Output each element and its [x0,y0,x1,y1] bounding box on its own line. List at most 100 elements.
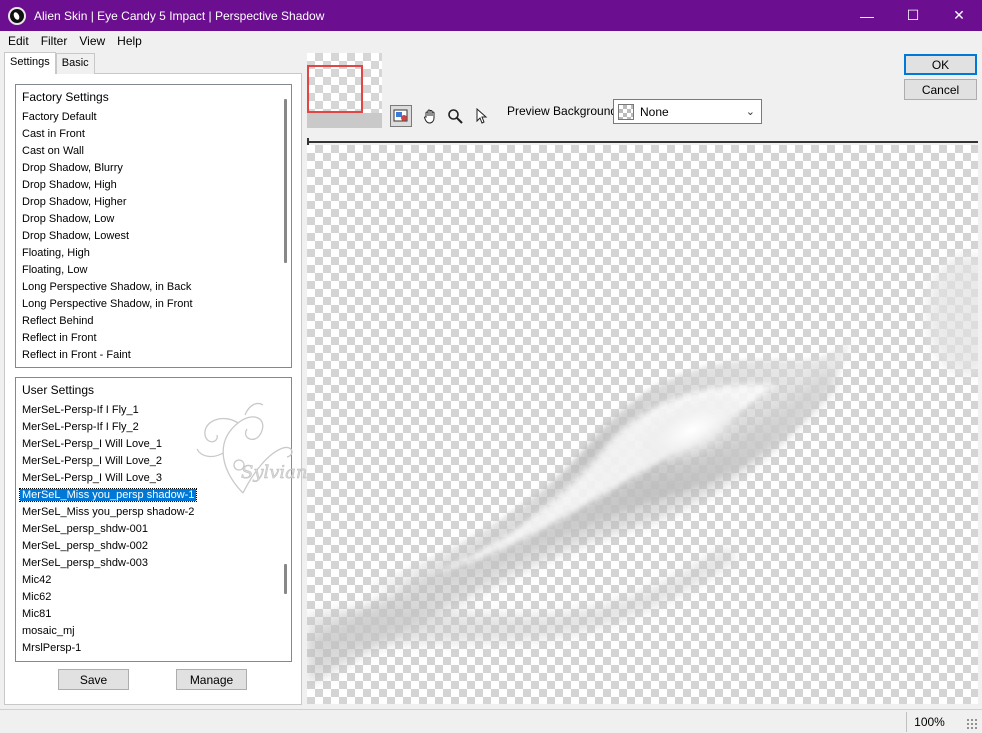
navigator-icon[interactable] [390,105,412,127]
list-item-label: MerSeL_persp_shdw-002 [22,540,148,552]
cancel-button[interactable]: Cancel [904,79,977,100]
manage-button[interactable]: Manage [176,669,247,690]
chevron-down-icon: ⌄ [745,106,755,118]
close-button[interactable]: ✕ [936,0,982,31]
list-item[interactable]: MerSeL-Persp-If I Fly_2 [16,419,291,436]
window-controls: — ☐ ✕ [844,0,982,31]
list-item[interactable]: Reflect Behind [16,313,291,330]
window-title: Alien Skin | Eye Candy 5 Impact | Perspe… [34,8,325,23]
list-item[interactable]: mosaic_mj [16,623,291,640]
user-settings-header: User Settings [22,383,95,397]
list-item-label: MerSeL-Persp_I Will Love_3 [22,472,163,484]
list-item-label: MerSeL-Persp_I Will Love_2 [22,455,163,467]
alien-skin-logo-icon[interactable] [8,6,26,25]
user-settings-items: MerSeL-Persp-If I Fly_1 MerSeL-Persp-If I… [16,402,291,657]
list-item[interactable]: MerSeL_Miss you_persp shadow-1 [16,487,291,504]
zoom-level: 100% [906,712,952,732]
menu-help[interactable]: Help [111,34,148,48]
list-item[interactable]: Drop Shadow, Lowest [16,228,291,245]
list-item[interactable]: MrslPersp-1 [16,640,291,657]
user-scrollbar[interactable] [284,564,287,594]
list-item[interactable]: Cast on Wall [16,143,291,160]
list-item-label: MerSeL_persp_shdw-003 [22,557,148,569]
list-item[interactable]: Drop Shadow, Low [16,211,291,228]
user-settings-list[interactable]: User Settings MerSeL-Persp-If I Fly_1 Mer… [15,377,292,662]
list-item[interactable]: Mic42 [16,572,291,589]
list-item-label: Mic62 [22,591,52,603]
list-item-label: MerSeL_persp_shdw-001 [22,523,148,535]
list-item-label: Drop Shadow, Lowest [22,230,130,242]
factory-settings-items: Factory Default Cast in Front Cast on Wall… [16,109,291,364]
list-item-label: Drop Shadow, Higher [22,196,127,208]
list-item[interactable]: Mic81 [16,606,291,623]
list-item[interactable]: Reflect in Front - Faint [16,347,291,364]
status-bar: 100% [0,709,982,733]
list-item[interactable]: Floating, Low [16,262,291,279]
hand-icon[interactable] [419,105,441,127]
factory-scrollbar[interactable] [284,99,287,263]
factory-settings-list[interactable]: Factory Settings Factory Default Cast in … [15,84,292,368]
menu-bar: Edit Filter View Help [0,31,982,51]
pointer-icon[interactable] [470,105,492,127]
maximize-button[interactable]: ☐ [890,0,936,31]
list-item[interactable]: Floating, High [16,245,291,262]
list-item[interactable]: MerSeL_persp_shdw-001 [16,521,291,538]
list-item[interactable]: MerSeL-Persp_I Will Love_2 [16,453,291,470]
menu-view[interactable]: View [73,34,111,48]
list-item[interactable]: MerSeL_persp_shdw-002 [16,538,291,555]
menu-filter[interactable]: Filter [35,34,74,48]
list-item-label: Cast on Wall [22,145,84,157]
preview-canvas[interactable] [307,145,978,704]
list-item[interactable]: Reflect in Front [16,330,291,347]
thumbnail-base [307,113,382,128]
list-item[interactable]: Cast in Front [16,126,291,143]
resize-grip-icon[interactable] [966,718,978,730]
checker-swatch-icon [618,103,634,120]
list-item[interactable]: Drop Shadow, Blurry [16,160,291,177]
list-item-label: Floating, Low [22,264,88,276]
list-item-label: MerSeL_Miss you_persp shadow-1 [18,488,198,502]
zoom-icon[interactable] [444,105,466,127]
list-item[interactable]: MerSeL-Persp_I Will Love_3 [16,470,291,487]
list-item[interactable]: MerSeL_persp_shdw-003 [16,555,291,572]
thumbnail-view-rectangle[interactable] [307,65,363,113]
list-item[interactable]: Long Perspective Shadow, in Back [16,279,291,296]
ok-button[interactable]: OK [904,54,977,75]
preview-artwork [307,255,978,685]
tab-strip: Settings Basic [4,52,95,74]
list-item[interactable]: MerSeL-Persp_I Will Love_1 [16,436,291,453]
list-item-label: Reflect in Front - Faint [22,349,131,361]
list-item-label: Cast in Front [22,128,85,140]
list-item[interactable]: Drop Shadow, High [16,177,291,194]
list-item[interactable]: Drop Shadow, Higher [16,194,291,211]
list-item-label: Reflect in Front [22,332,97,344]
list-item-label: MerSeL-Persp-If I Fly_1 [22,404,139,416]
tab-settings[interactable]: Settings [4,52,56,74]
list-item-label: MerSeL_Miss you_persp shadow-2 [22,506,195,518]
list-item-label: Mic81 [22,608,52,620]
list-item[interactable]: MerSeL_Miss you_persp shadow-2 [16,504,291,521]
list-item-label: MerSeL-Persp-If I Fly_2 [22,421,139,433]
list-item[interactable]: MerSeL-Persp-If I Fly_1 [16,402,291,419]
menu-edit[interactable]: Edit [2,34,35,48]
preview-ruler [307,141,978,143]
list-item-label: Floating, High [22,247,90,259]
list-item[interactable]: Factory Default [16,109,291,126]
list-item-label: mosaic_mj [22,625,75,637]
list-item-label: Mic42 [22,574,52,586]
minimize-button[interactable]: — [844,0,890,31]
list-item[interactable]: Mic62 [16,589,291,606]
list-item[interactable]: Long Perspective Shadow, in Front [16,296,291,313]
preview-background-value: None [640,104,669,119]
list-item-label: MrslPersp-1 [22,642,82,654]
preview-background-label: Preview Background: [507,104,621,118]
list-item-label: MerSeL-Persp_I Will Love_1 [22,438,163,450]
preview-background-select[interactable]: None ⌄ [613,99,762,124]
tab-basic[interactable]: Basic [55,53,95,74]
title-bar: Alien Skin | Eye Candy 5 Impact | Perspe… [0,0,982,31]
save-button[interactable]: Save [58,669,129,690]
factory-settings-header: Factory Settings [22,90,109,104]
list-item-label: Drop Shadow, Low [22,213,115,225]
list-item-label: Factory Default [22,111,97,123]
list-item-label: Drop Shadow, Blurry [22,162,123,174]
